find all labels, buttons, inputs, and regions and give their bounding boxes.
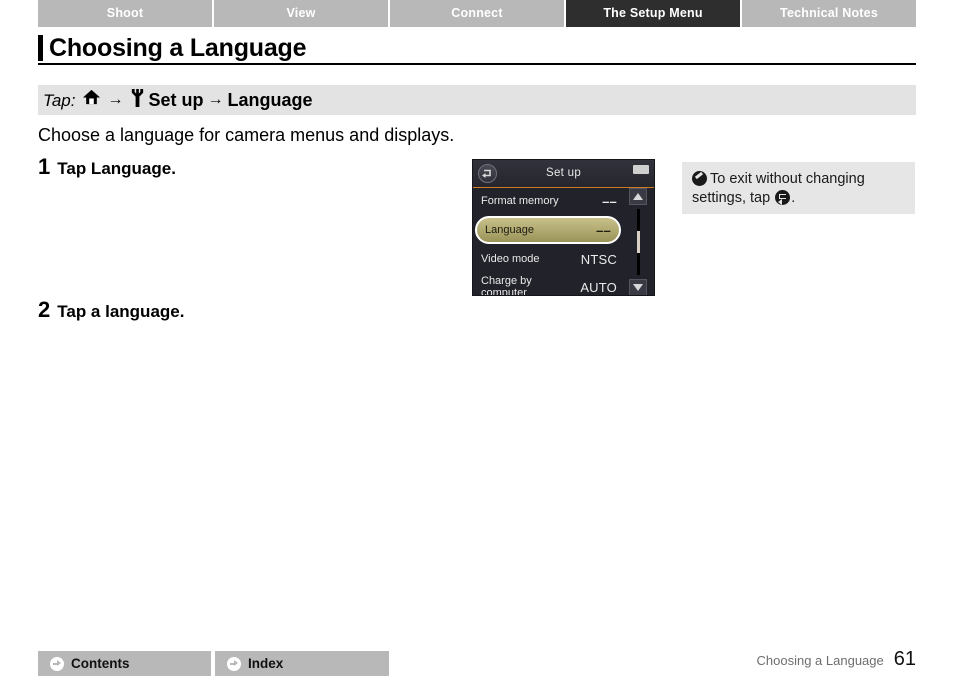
- tab-view[interactable]: View: [214, 0, 390, 27]
- wrench-icon: [129, 88, 146, 113]
- lcd-title: Set up: [545, 167, 582, 179]
- lcd-row-charge-by-computer[interactable]: Charge by computer AUTO: [473, 273, 625, 296]
- lcd-scrollbar[interactable]: [623, 187, 654, 295]
- intro-paragraph: Choose a language for camera menus and d…: [38, 125, 455, 145]
- path-segment-language: Language: [227, 90, 313, 110]
- lcd-menu-list: Format memory –– Language –– Video mode …: [473, 187, 625, 296]
- arrow-right-circle-icon: [50, 656, 64, 671]
- menu-path-bar: Tap: → Set up → Language: [38, 85, 916, 115]
- scrollbar-thumb[interactable]: [637, 231, 640, 253]
- note-text-after: .: [791, 190, 796, 206]
- home-icon: [82, 88, 101, 112]
- tab-the-setup-menu[interactable]: The Setup Menu: [566, 0, 742, 27]
- triangle-up-icon[interactable]: [629, 188, 647, 205]
- triangle-down-icon[interactable]: [629, 279, 647, 295]
- index-button[interactable]: Index: [215, 651, 389, 676]
- path-arrow-icon-2: →: [207, 91, 224, 108]
- step-2-number: 2: [38, 297, 51, 322]
- footer-chapter-label: Choosing a Language: [756, 653, 884, 668]
- step-2-text: Tap a language.: [57, 302, 185, 321]
- scrollbar-track[interactable]: [637, 209, 640, 275]
- tab-connect-label: Connect: [451, 6, 503, 21]
- tab-view-label: View: [286, 6, 316, 21]
- step-1: 1 Tap Language.: [38, 156, 176, 178]
- battery-icon: [633, 165, 649, 174]
- tab-shoot[interactable]: Shoot: [38, 0, 214, 27]
- camera-lcd-screenshot: Set up Format memory –– Language –– Vide…: [472, 159, 655, 296]
- step-1-text: Tap Language.: [57, 159, 176, 178]
- contents-button-label: Contents: [71, 655, 130, 671]
- lcd-row-label: Video mode: [481, 253, 540, 265]
- chapter-tab-bar: Shoot View Connect The Setup Menu Techni…: [38, 0, 916, 27]
- lcd-row-format-memory[interactable]: Format memory ––: [473, 187, 625, 215]
- lcd-row-video-mode[interactable]: Video mode NTSC: [473, 245, 625, 273]
- tab-the-setup-menu-label: The Setup Menu: [603, 6, 703, 21]
- lcd-row-label: Language: [485, 224, 534, 236]
- arrow-right-circle-icon: [227, 656, 241, 671]
- lcd-row-language[interactable]: Language ––: [475, 216, 621, 244]
- tab-technical-notes[interactable]: Technical Notes: [742, 0, 916, 27]
- title-divider: [38, 63, 916, 65]
- page-title-block: Choosing a Language: [38, 33, 916, 64]
- path-segment-setup: Set up: [148, 90, 204, 110]
- lcd-row-value: ––: [596, 222, 611, 238]
- lcd-row-value: NTSC: [580, 251, 617, 267]
- tab-connect[interactable]: Connect: [390, 0, 566, 27]
- lcd-row-value: AUTO: [580, 279, 617, 295]
- footer-page-info: Choosing a Language 61: [757, 648, 916, 671]
- page-title: Choosing a Language: [49, 34, 307, 62]
- footer-page-number: 61: [893, 648, 916, 670]
- note-box: To exit without changing settings, tap .: [682, 162, 915, 214]
- title-accent-bar: [38, 35, 43, 61]
- lcd-row-value: ––: [602, 193, 617, 209]
- lcd-row-label: Charge by computer: [481, 275, 532, 296]
- step-1-number: 1: [38, 154, 51, 179]
- contents-button[interactable]: Contents: [38, 651, 213, 676]
- index-button-label: Index: [248, 655, 284, 671]
- lcd-row-label: Format memory: [481, 195, 559, 207]
- path-arrow-icon-1: →: [107, 91, 124, 108]
- back-arrow-icon: [775, 190, 791, 205]
- tab-shoot-label: Shoot: [106, 6, 144, 21]
- tab-technical-notes-label: Technical Notes: [780, 6, 878, 21]
- step-2: 2 Tap a language.: [38, 299, 184, 321]
- note-pencil-icon: [692, 171, 707, 186]
- path-prefix-label: Tap:: [43, 90, 76, 110]
